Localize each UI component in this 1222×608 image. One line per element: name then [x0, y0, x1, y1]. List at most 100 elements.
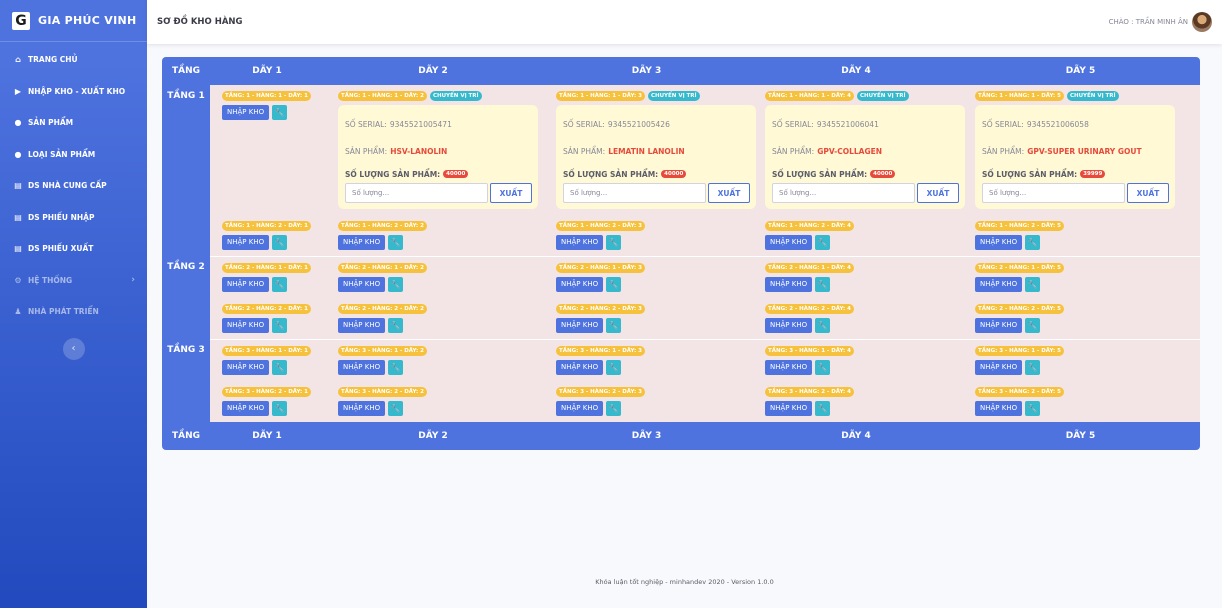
sidebar-item[interactable]: ▤ DS PHIẾU NHẬP [0, 202, 147, 234]
import-button[interactable]: NHẬP KHO [975, 360, 1023, 375]
import-button[interactable]: NHẬP KHO [975, 401, 1023, 416]
cell-actions: NHẬP KHO 🔧 [222, 318, 324, 333]
sidebar-item[interactable]: ● SẢN PHẨM [0, 107, 147, 139]
import-button[interactable]: NHẬP KHO [975, 235, 1023, 250]
product-line: SẢN PHẨM: GPV-COLLAGEN [772, 138, 959, 165]
import-button[interactable]: NHẬP KHO [556, 235, 604, 250]
cell-actions: NHẬP KHO 🔧 [338, 318, 542, 333]
export-button[interactable]: XUẤT [708, 183, 750, 203]
wrench-icon[interactable]: 🔧 [606, 235, 622, 250]
warehouse-map: TẦNG DÃY 1 DÃY 2 DÃY 3 DÃY 4 DÃY 5 TẦNG … [162, 57, 1200, 450]
wrench-icon[interactable]: 🔧 [272, 401, 288, 416]
import-button[interactable]: NHẬP KHO [338, 360, 386, 375]
brand[interactable]: G GIA PHÚC VINH [0, 0, 147, 42]
sidebar-item[interactable]: ▤ DS NHÀ CUNG CẤP [0, 170, 147, 202]
location-badge: TẦNG: 2 - HÀNG: 1 - DÃY: 5 [975, 263, 1064, 273]
import-button[interactable]: NHẬP KHO [222, 401, 270, 416]
import-button[interactable]: NHẬP KHO [222, 277, 270, 292]
serial-label: SỐ SERIAL: [345, 120, 387, 129]
avatar[interactable] [1192, 12, 1212, 32]
import-button[interactable]: NHẬP KHO [222, 318, 270, 333]
move-position-button[interactable]: CHUYỂN VỊ TRÍ [647, 91, 700, 101]
wrench-icon[interactable]: 🔧 [388, 360, 404, 375]
quantity-input[interactable]: Số lượng... [563, 183, 706, 203]
wrench-icon[interactable]: 🔧 [815, 401, 831, 416]
import-button[interactable]: NHẬP KHO [765, 318, 813, 333]
wrench-icon[interactable]: 🔧 [388, 318, 404, 333]
import-button[interactable]: NHẬP KHO [222, 235, 270, 250]
shelf-cell: TẦNG: 1 - HÀNG: 2 - DÃY: 3 NHẬP KHO 🔧 [542, 215, 751, 256]
wrench-icon[interactable]: 🔧 [1025, 401, 1041, 416]
sidebar-item[interactable]: ▶ NHẬP KHO - XUẤT KHO [0, 76, 147, 108]
import-button[interactable]: NHẬP KHO [765, 360, 813, 375]
cell-actions: NHẬP KHO 🔧 [975, 401, 1200, 416]
move-position-button[interactable]: CHUYỂN VỊ TRÍ [1066, 91, 1119, 101]
quantity-input[interactable]: Số lượng... [772, 183, 915, 203]
wrench-icon[interactable]: 🔧 [1025, 360, 1041, 375]
wrench-icon[interactable]: 🔧 [815, 360, 831, 375]
sidebar-toggle-button[interactable]: ‹ [62, 337, 85, 360]
truck-icon: ▶ [14, 86, 22, 96]
wrench-icon[interactable]: 🔧 [815, 318, 831, 333]
quantity-input[interactable]: Số lượng... [345, 183, 488, 203]
wrench-icon[interactable]: 🔧 [606, 360, 622, 375]
cell-actions: NHẬP KHO 🔧 [222, 401, 324, 416]
wrench-icon[interactable]: 🔧 [815, 277, 831, 292]
import-button[interactable]: NHẬP KHO [765, 235, 813, 250]
import-button[interactable]: NHẬP KHO [222, 105, 270, 120]
sidebar-item[interactable]: ● LOẠI SẢN PHẨM [0, 139, 147, 171]
import-button[interactable]: NHẬP KHO [765, 277, 813, 292]
wrench-icon[interactable]: 🔧 [388, 235, 404, 250]
import-button[interactable]: NHẬP KHO [338, 401, 386, 416]
wrench-icon[interactable]: 🔧 [606, 277, 622, 292]
move-position-button[interactable]: CHUYỂN VỊ TRÍ [856, 91, 909, 101]
location-line: TẦNG: 3 - HÀNG: 2 - DÃY: 3 [556, 387, 751, 397]
import-button[interactable]: NHẬP KHO [338, 235, 386, 250]
sidebar-item[interactable]: ⌂ TRANG CHỦ [0, 44, 147, 76]
import-button[interactable]: NHẬP KHO [975, 277, 1023, 292]
shelf-cell: TẦNG: 3 - HÀNG: 2 - DÃY: 2 NHẬP KHO 🔧 [324, 381, 542, 422]
wrench-icon[interactable]: 🔧 [272, 277, 288, 292]
location-line: TẦNG: 1 - HÀNG: 2 - DÃY: 1 [222, 221, 324, 231]
wrench-icon[interactable]: 🔧 [388, 277, 404, 292]
sidebar-item[interactable]: ▤ DS PHIẾU XUẤT [0, 233, 147, 265]
import-button[interactable]: NHẬP KHO [975, 318, 1023, 333]
location-line: TẦNG: 3 - HÀNG: 2 - DÃY: 1 [222, 387, 324, 397]
import-button[interactable]: NHẬP KHO [556, 401, 604, 416]
sidebar-item[interactable]: ⚙ HỆ THỐNG › [0, 265, 147, 297]
quantity-input[interactable]: Số lượng... [982, 183, 1125, 203]
export-button[interactable]: XUẤT [490, 183, 532, 203]
wrench-icon[interactable]: 🔧 [272, 318, 288, 333]
brand-name: GIA PHÚC VINH [38, 14, 137, 27]
serial-line: SỐ SERIAL: 9345521006041 [772, 111, 959, 138]
import-button[interactable]: NHẬP KHO [765, 401, 813, 416]
serial-value: 9345521006058 [1026, 120, 1089, 129]
move-position-button[interactable]: CHUYỂN VỊ TRÍ [429, 91, 482, 101]
floor-block: TẦNG: 1 - HÀNG: 1 - DÃY: 1 NHẬP KHO 🔧 TẦNG:… [210, 85, 1200, 256]
import-button[interactable]: NHẬP KHO [338, 277, 386, 292]
floor-label: TẦNG 1 [167, 91, 205, 101]
sidebar-item-label: DS NHÀ CUNG CẤP [28, 181, 107, 191]
import-button[interactable]: NHẬP KHO [556, 277, 604, 292]
wrench-icon[interactable]: 🔧 [1025, 277, 1041, 292]
export-button[interactable]: XUẤT [917, 183, 959, 203]
sidebar-item[interactable]: ♟ NHÀ PHÁT TRIỂN [0, 296, 147, 328]
export-button[interactable]: XUẤT [1127, 183, 1169, 203]
import-button[interactable]: NHẬP KHO [338, 318, 386, 333]
page-title: SƠ ĐỒ KHO HÀNG [157, 17, 243, 27]
wrench-icon[interactable]: 🔧 [388, 401, 404, 416]
wrench-icon[interactable]: 🔧 [815, 235, 831, 250]
user-menu[interactable]: CHÀO : TRẦN MINH ÂN [1109, 12, 1212, 32]
wrench-icon[interactable]: 🔧 [272, 360, 288, 375]
serial-label: SỐ SERIAL: [772, 120, 814, 129]
import-button[interactable]: NHẬP KHO [222, 360, 270, 375]
wrench-icon[interactable]: 🔧 [272, 105, 288, 120]
wrench-icon[interactable]: 🔧 [606, 401, 622, 416]
import-button[interactable]: NHẬP KHO [556, 360, 604, 375]
location-badge: TẦNG: 1 - HÀNG: 1 - DÃY: 5 [975, 91, 1064, 101]
wrench-icon[interactable]: 🔧 [272, 235, 288, 250]
import-button[interactable]: NHẬP KHO [556, 318, 604, 333]
wrench-icon[interactable]: 🔧 [606, 318, 622, 333]
wrench-icon[interactable]: 🔧 [1025, 235, 1041, 250]
wrench-icon[interactable]: 🔧 [1025, 318, 1041, 333]
